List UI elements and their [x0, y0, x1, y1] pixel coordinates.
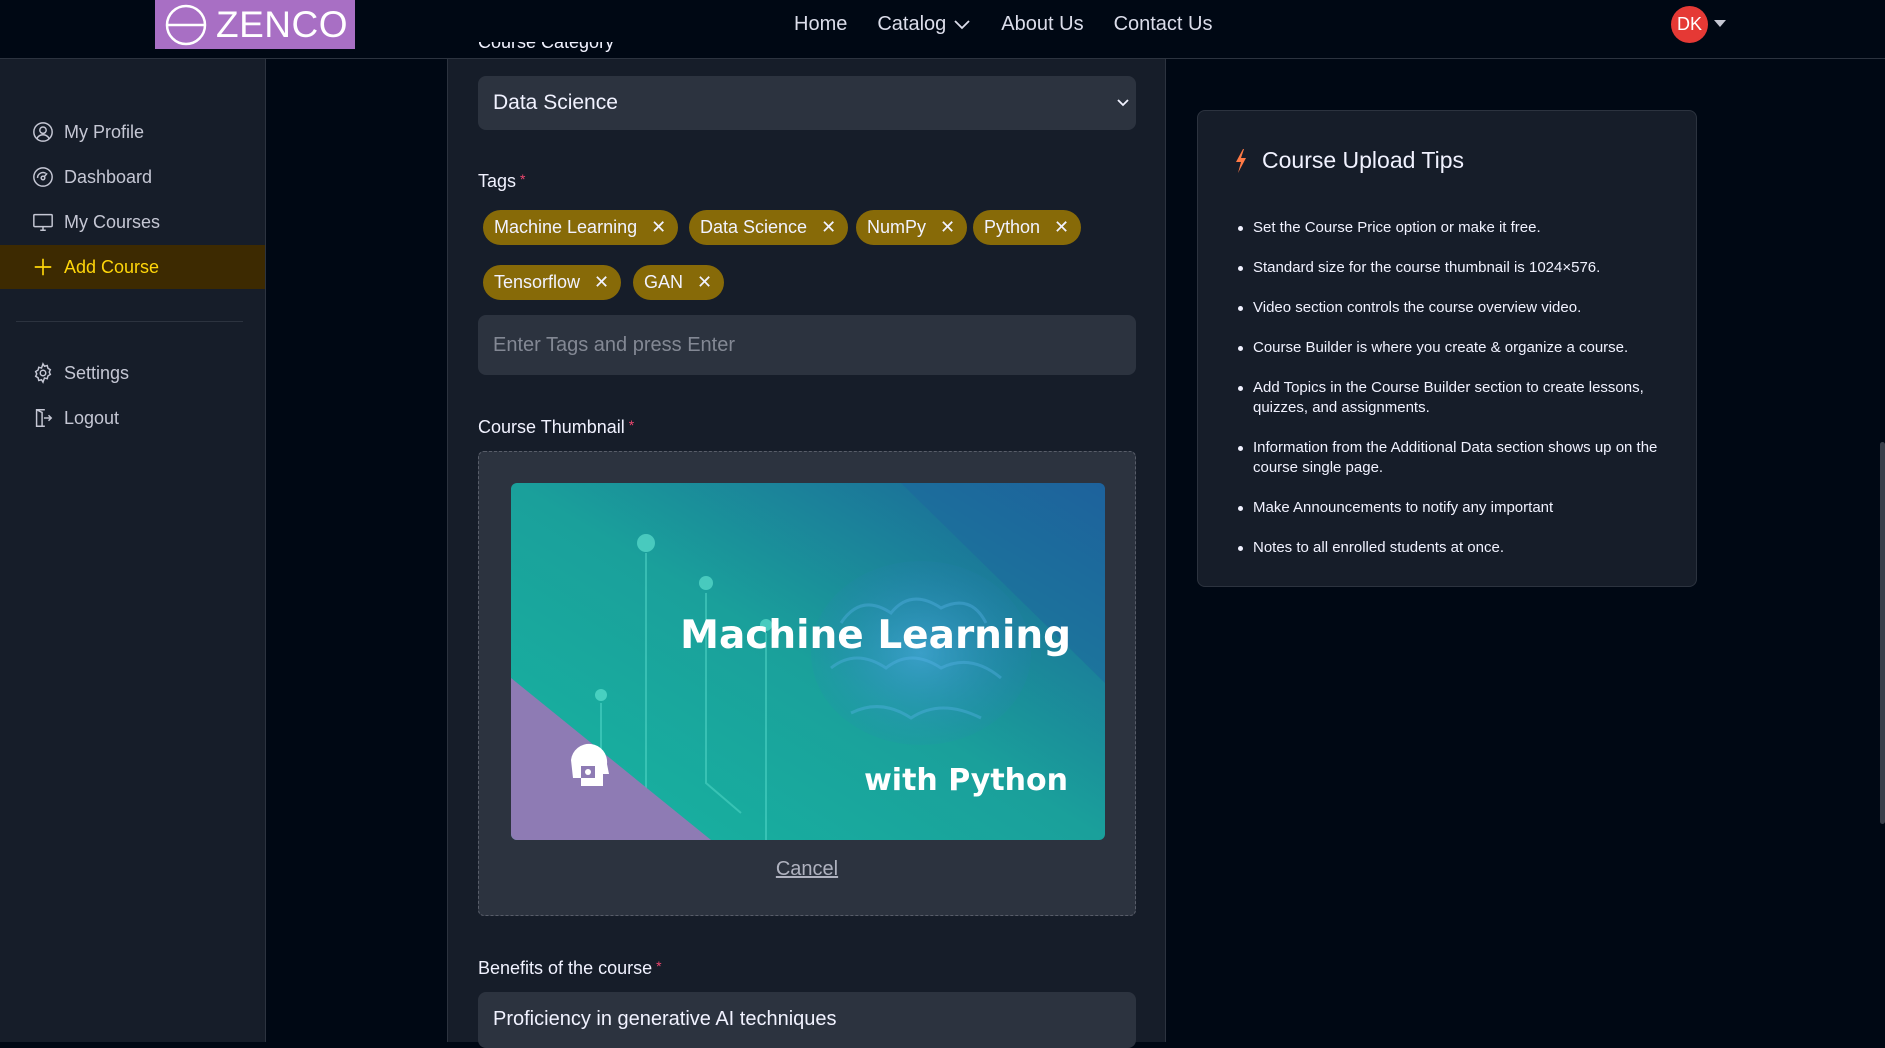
nav-about-us[interactable]: About Us	[1001, 13, 1083, 36]
tip-item: Set the Course Price option or make it f…	[1238, 218, 1673, 238]
tag-label: Python	[984, 217, 1041, 237]
tag-label: NumPy	[867, 217, 927, 237]
logout-icon	[35, 409, 53, 427]
tips-header: Course Upload Tips	[1234, 147, 1464, 174]
course-upload-tips-card: Course Upload Tips Set the Course Price …	[1197, 110, 1697, 587]
sidebar-item-label: My Courses	[64, 211, 161, 232]
sidebar-item-dashboard[interactable]: Dashboard	[0, 155, 265, 199]
benefits-textarea[interactable]: Proficiency in generative AI techniques	[478, 992, 1136, 1048]
tips-title: Course Upload Tips	[1262, 147, 1464, 173]
close-icon[interactable]: ✕	[594, 272, 609, 293]
thumbnail-title-line2: with Python	[864, 763, 1068, 798]
tag-label: GAN	[644, 272, 684, 292]
thumbnail-preview-image: Machine Learning with Python	[511, 483, 1105, 840]
zenco-logo[interactable]: ZENCO	[155, 0, 355, 49]
close-icon[interactable]: ✕	[940, 217, 955, 238]
dashboard-sidebar: My Profile Dashboard My Courses Add Cour…	[0, 59, 266, 1042]
tag-label: Data Science	[700, 217, 808, 237]
sidebar-item-label: Add Course	[64, 256, 160, 277]
lightning-bolt-icon	[1236, 148, 1246, 173]
tags-label-text: Tags	[478, 171, 517, 191]
course-thumbnail-label-text: Course Thumbnail	[478, 417, 625, 437]
tip-item: Information from the Additional Data sec…	[1238, 438, 1673, 478]
close-icon[interactable]: ✕	[821, 217, 836, 238]
tag-label: Machine Learning	[494, 217, 638, 237]
thumbnail-title-line1: Machine Learning	[680, 613, 1071, 658]
sidebar-item-my-profile[interactable]: My Profile	[0, 110, 265, 154]
nav-catalog[interactable]: Catalog	[877, 13, 971, 36]
gauge-icon	[33, 167, 53, 187]
sidebar-item-logout[interactable]: Logout	[0, 396, 265, 440]
logo-mark-icon	[165, 4, 207, 45]
nav-catalog-label: Catalog	[877, 13, 947, 35]
plus-icon	[34, 258, 52, 276]
tag-chip: NumPy ✕	[856, 210, 968, 245]
required-asterisk: *	[628, 417, 635, 433]
logo-text: ZENCO	[216, 3, 348, 45]
tag-chip: GAN ✕	[633, 265, 725, 300]
tag-chip: Data Science ✕	[689, 210, 849, 245]
course-category-select[interactable]: Data Science	[478, 76, 1136, 130]
cancel-thumbnail-link[interactable]: Cancel	[479, 858, 1135, 881]
sidebar-item-my-courses[interactable]: My Courses	[0, 200, 265, 244]
tag-chip: Machine Learning ✕	[483, 210, 679, 245]
sidebar-item-label: Dashboard	[64, 166, 153, 187]
user-avatar[interactable]: DK	[1671, 6, 1708, 43]
tag-chip: Tensorflow ✕	[483, 265, 622, 300]
required-asterisk: *	[656, 958, 662, 974]
thumbnail-preview: Machine Learning with Python	[511, 483, 1105, 840]
tags-label: Tags *	[478, 171, 525, 192]
tags-input[interactable]	[478, 315, 1136, 375]
benefits-label: Benefits of the course *	[478, 958, 662, 979]
close-icon[interactable]: ✕	[1054, 217, 1069, 238]
tip-item: Notes to all enrolled students at once.	[1238, 538, 1673, 558]
sidebar-item-label: My Profile	[64, 121, 145, 142]
caret-down-icon[interactable]	[1714, 20, 1726, 27]
required-asterisk: *	[520, 171, 526, 187]
tip-item: Standard size for the course thumbnail i…	[1238, 258, 1673, 278]
nav-home[interactable]: Home	[794, 13, 847, 36]
chevron-down-icon	[1117, 99, 1129, 107]
sidebar-item-label: Settings	[64, 362, 130, 383]
page-scrollbar[interactable]	[1880, 442, 1885, 824]
monitor-icon	[33, 213, 53, 231]
top-navbar: ZENCO Home Catalog About Us Contact Us D…	[0, 0, 1885, 59]
user-circle-icon	[33, 122, 53, 142]
tip-item: Video section controls the course overvi…	[1238, 298, 1673, 318]
tip-item: Make Announcements to notify any importa…	[1238, 498, 1673, 518]
course-category-label: Course Category	[478, 42, 614, 59]
tip-item: Course Builder is where you create & org…	[1238, 338, 1673, 358]
sidebar-divider	[16, 321, 243, 322]
tag-label: Tensorflow	[494, 272, 581, 292]
benefits-label-text: Benefits of the course	[478, 958, 653, 978]
course-thumbnail-label: Course Thumbnail *	[478, 417, 634, 438]
nav-contact-us[interactable]: Contact Us	[1114, 13, 1213, 36]
main-nav: Home Catalog About Us Contact Us	[794, 0, 1243, 49]
close-icon[interactable]: ✕	[651, 217, 666, 238]
course-category-label-text: Course Category	[478, 42, 615, 52]
sidebar-item-add-course[interactable]: Add Course	[0, 245, 265, 289]
course-category-value: Data Science	[493, 91, 618, 114]
tag-chip: Python ✕	[973, 210, 1082, 245]
sidebar-item-settings[interactable]: Settings	[0, 351, 265, 395]
tip-item: Add Topics in the Course Builder section…	[1238, 378, 1673, 418]
gear-icon	[34, 362, 52, 384]
sidebar-item-label: Logout	[64, 407, 120, 428]
thumbnail-upload-box[interactable]: Machine Learning with Python Cancel	[478, 451, 1136, 916]
chevron-down-icon	[954, 19, 970, 29]
close-icon[interactable]: ✕	[697, 272, 712, 293]
